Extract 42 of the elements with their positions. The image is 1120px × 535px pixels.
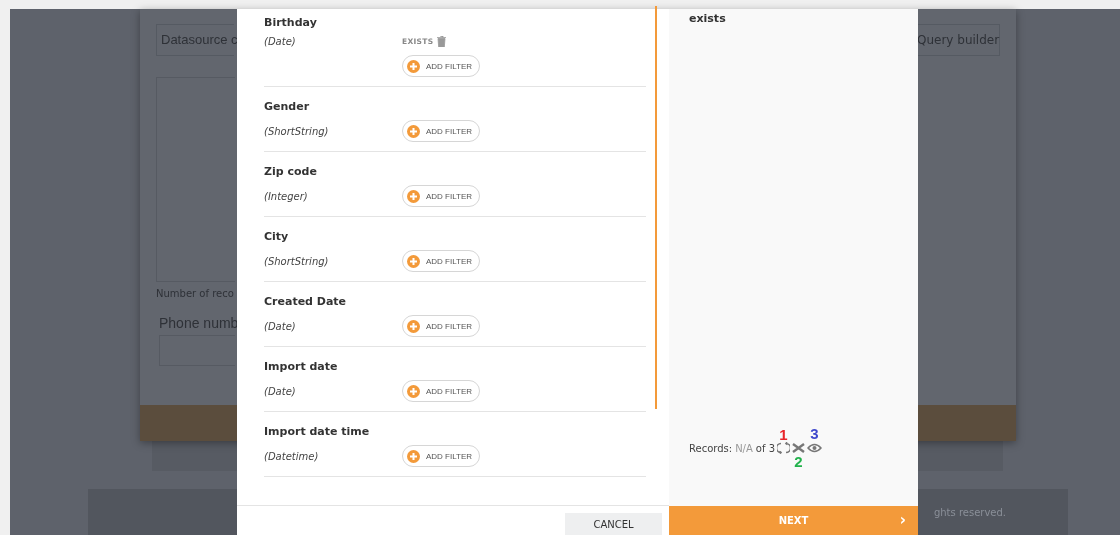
add-filter-button[interactable]: ADD FILTER: [402, 445, 481, 467]
field-type: (Date): [264, 385, 297, 397]
field-type: (ShortString): [264, 255, 330, 267]
plus-circle-icon: [407, 124, 420, 138]
records-total: of 3: [755, 442, 776, 454]
field-name: City: [264, 230, 289, 243]
marker-number: 2: [794, 453, 803, 470]
field-type: (ShortString): [264, 125, 330, 137]
plus-circle-icon: [407, 449, 420, 463]
field-name: Import date: [264, 360, 338, 373]
records-value: N/A: [735, 442, 753, 454]
marker-number: 3: [810, 425, 819, 442]
plus-circle-icon: [407, 254, 420, 268]
cancel-button[interactable]: CANCEL: [565, 513, 662, 535]
plus-circle-icon: [407, 319, 420, 333]
plus-circle-icon: [407, 384, 420, 398]
preview-text: exists: [689, 12, 727, 25]
field-type: (Date): [264, 36, 297, 47]
refresh-icon[interactable]: [777, 442, 791, 454]
add-filter-button[interactable]: ADD FILTER: [402, 185, 481, 207]
scrollbar[interactable]: [655, 6, 657, 409]
field-name: Gender: [264, 100, 310, 113]
close-icon[interactable]: [792, 443, 806, 453]
field-type: (Integer): [264, 190, 309, 202]
add-filter-button[interactable]: ADD FILTER: [402, 120, 481, 142]
plus-circle-icon: [407, 59, 420, 73]
plus-circle-icon: [407, 189, 420, 203]
eye-icon[interactable]: [807, 443, 823, 453]
field-type: (Date): [264, 320, 297, 332]
add-filter-button[interactable]: ADD FILTER: [402, 315, 481, 337]
add-filter-button[interactable]: ADD FILTER: [402, 380, 481, 402]
field-name: Import date time: [264, 425, 370, 438]
field-name: Zip code: [264, 165, 317, 178]
field-name: Birthday: [264, 16, 317, 29]
field-name: Created Date: [264, 295, 347, 308]
add-filter-button[interactable]: ADD FILTER: [402, 55, 481, 77]
marker-number: 1: [779, 426, 788, 443]
add-filter-button[interactable]: ADD FILTER: [402, 250, 481, 272]
field-type: (Datetime): [264, 450, 320, 462]
trash-icon[interactable]: [437, 36, 447, 47]
records-label: Records:: [689, 442, 733, 454]
chevron-icon: ›: [899, 511, 906, 529]
